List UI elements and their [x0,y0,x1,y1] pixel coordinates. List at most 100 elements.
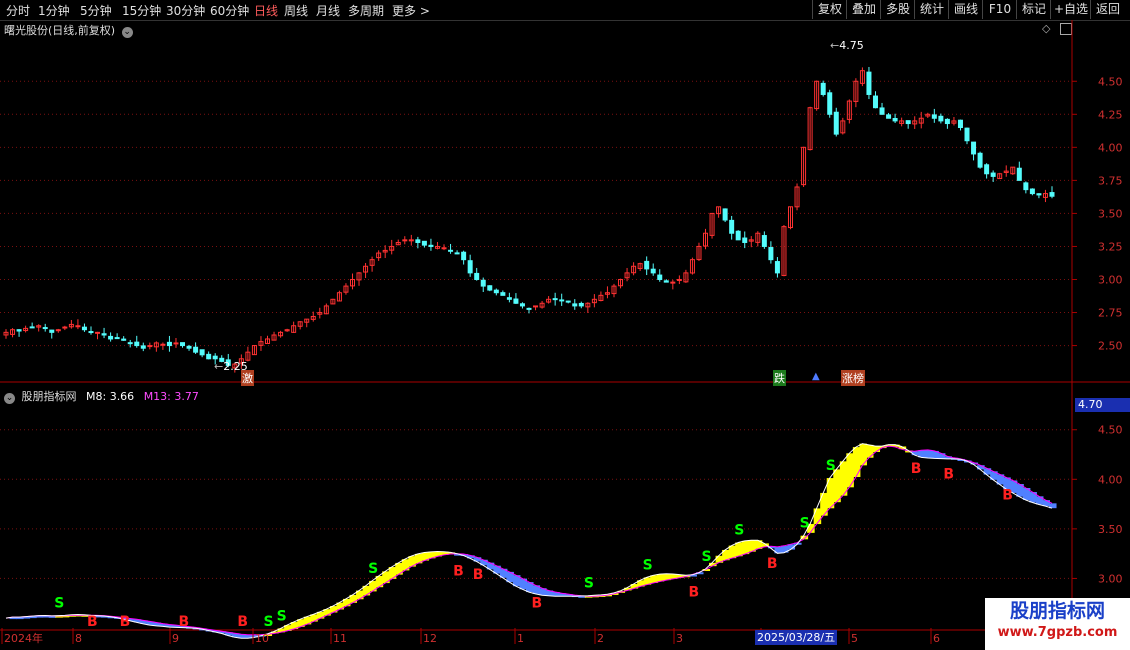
candle-body [971,141,977,155]
tool-button-0[interactable]: 复权 [812,0,847,19]
period-tab-6[interactable]: 日线 [254,2,278,19]
tool-button-5[interactable]: F10 [982,0,1017,19]
period-tab-2[interactable]: 5分钟 [80,2,112,19]
candle-body [886,114,892,119]
signal-s: S [54,596,64,612]
candle-body [872,95,878,109]
candlestick-series [3,66,1055,373]
watermark-title: 股朋指标网 [1009,600,1105,622]
candle-body [186,345,192,349]
candle-body [461,251,467,261]
trend-bar-up [852,447,861,478]
period-tab-10[interactable]: 更多 > [392,2,430,19]
period-tab-9[interactable]: 多周期 [348,2,384,19]
candle-body [931,114,937,119]
candle-body [768,247,774,261]
candle-body [134,341,140,347]
candle-body [408,239,414,242]
candle-body [519,303,525,307]
tool-button-4[interactable]: 画线 [948,0,983,19]
candle-body [160,343,166,346]
trend-bar-up [741,540,750,555]
signal-b: B [473,567,484,583]
candle-body [866,71,872,95]
candle-body [173,342,179,345]
period-tab-3[interactable]: 15分钟 [122,2,161,19]
candle-body [467,260,473,274]
tool-button-2[interactable]: 多股 [880,0,915,19]
candle-body [421,240,427,246]
tool-button-8[interactable]: 返回 [1090,0,1125,19]
candle-body [905,120,911,125]
trend-bar-up [735,542,743,557]
candle-body [657,274,663,280]
badge-zhangbang[interactable]: 涨榜 [841,370,865,386]
arrow-up-icon: ▲ [812,371,820,382]
candle-body [1036,193,1042,196]
candle-body [114,337,120,340]
top-toolbar: 分时 1分钟 5分钟 15分钟 30分钟 60分钟 日线 周线 月线 多周期 更多 > 复权 叠加 多股… [0,0,1130,21]
signal-b: B [943,466,954,482]
period-tab-1[interactable]: 1分钟 [38,2,70,19]
trend-bar-up [859,443,867,466]
period-tab-7[interactable]: 周线 [284,2,308,19]
signal-b: B [532,595,543,611]
watermark: 股朋指标网 www.7gpzb.com [985,598,1130,650]
badge-ji[interactable]: 激 [241,370,254,386]
candle-body [990,172,996,177]
candle-body [742,237,748,243]
signal-markers: SB B B B S SS B BBSSBSSBSS B BB [54,458,1013,630]
grid-lines [0,20,1130,631]
period-tab-5[interactable]: 60分钟 [210,2,249,19]
badge-die[interactable]: 跌 [773,370,786,386]
candle-body [644,260,650,270]
tool-button-3[interactable]: 统计 [914,0,949,19]
candle-body [1049,192,1055,197]
candle-body [506,297,512,300]
signal-b: B [911,461,922,477]
period-tab-4[interactable]: 30分钟 [166,2,205,19]
x-tick-label: 11 [333,632,347,645]
candle-body [493,289,499,294]
candle-body [206,353,212,360]
x-tick-label: 9 [172,632,179,645]
candle-body [676,278,682,281]
period-tab-8[interactable]: 月线 [316,2,340,19]
y-tick-label: 4.00 [1098,473,1123,486]
indicator-current-box: 4.70 [1075,398,1130,412]
candle-body [75,325,81,328]
candle-body [1016,167,1022,181]
candle-body [565,300,571,303]
signal-b: B [87,614,98,630]
signal-s: S [368,561,378,577]
signal-s: S [264,614,274,630]
chart-canvas[interactable]: 2.50 2.75 3.00 3.25 3.50 3.75 4.00 4.25 4.50 3.00… [0,20,1130,650]
candle-body [88,331,94,334]
candle-body [42,327,48,330]
tool-button-1[interactable]: 叠加 [846,0,881,19]
candle-body [533,305,539,308]
candle-body [1029,188,1035,195]
candle-body [572,303,578,307]
candle-body [212,355,218,360]
period-tab-0[interactable]: 分时 [6,2,30,19]
candle-body [402,239,408,242]
candle-body [663,280,669,283]
candle-body [670,281,676,284]
candle-body [55,329,61,332]
candle-body [729,219,735,234]
candle-body [166,341,172,347]
candle-body [957,119,963,129]
candle-body [49,329,55,333]
y-tick-label: 2.75 [1098,307,1123,320]
x-tick-label: 8 [75,632,82,645]
y-tick-label: 2.50 [1098,340,1123,353]
tool-button-7[interactable]: +自选 [1050,0,1091,19]
candle-body [761,235,767,247]
tool-button-6[interactable]: 标记 [1016,0,1051,19]
y-tick-label: 4.00 [1098,141,1123,154]
candle-body [774,261,780,274]
candle-body [833,111,839,135]
candle-body [820,82,826,95]
candle-body [487,285,493,291]
